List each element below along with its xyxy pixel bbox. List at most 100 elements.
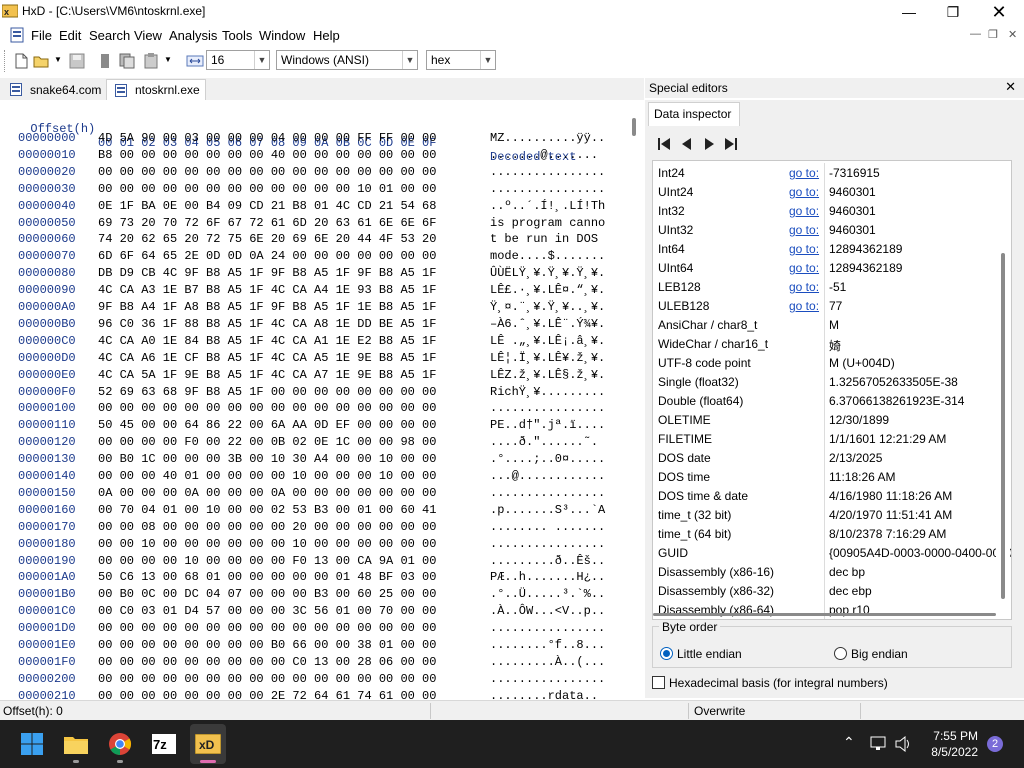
tab-snake64[interactable]: snake64.com (2, 79, 106, 100)
goto-link[interactable]: go to: (789, 242, 819, 256)
menu-search[interactable]: Search (89, 28, 130, 43)
hex-row[interactable]: 00000070 6D 6F 64 65 2E 0D 0D 0A 24 00 00… (18, 248, 605, 264)
row-decoded-text[interactable]: –À6.ˆ¸¥.LÊ¨.Ý¾¥. (490, 316, 605, 332)
menu-edit[interactable]: Edit (59, 28, 81, 43)
row-decoded-text[interactable]: LÊZ.ž¸¥.LÊ§.ž¸¥. (490, 367, 605, 383)
inspector-row[interactable]: time_t (64 bit) 8/10/2378 7:16:29 AM (653, 524, 997, 543)
hex-row[interactable]: 00000050 69 73 20 70 72 6F 67 72 61 6D 20… (18, 215, 605, 231)
inspector-value[interactable]: 1/1/1601 12:21:29 AM (829, 432, 946, 446)
row-bytes[interactable]: 00 00 00 00 00 00 00 00 00 C0 13 00 28 0… (98, 654, 436, 670)
inspector-row[interactable]: Int64 go to: 12894362189 (653, 239, 997, 258)
file-explorer-icon[interactable] (60, 728, 92, 760)
network-icon[interactable] (870, 736, 888, 752)
row-decoded-text[interactable]: ...@............ (490, 468, 605, 484)
hex-row[interactable]: 00000200 00 00 00 00 00 00 00 00 00 00 00… (18, 671, 605, 687)
last-icon[interactable] (722, 136, 740, 152)
row-decoded-text[interactable]: Ÿ¸¤.¨¸¥.Ÿ¸¥..¸¥. (490, 299, 605, 315)
7zip-icon[interactable]: 7z (148, 728, 180, 760)
cut-icon[interactable] (96, 52, 114, 70)
inspector-value[interactable]: 4/16/1980 11:18:26 AM (829, 489, 952, 503)
inspector-value[interactable]: 婍 (829, 337, 841, 354)
inspector-row[interactable]: UInt24 go to: 9460301 (653, 182, 997, 201)
goto-link[interactable]: go to: (789, 185, 819, 199)
hex-row[interactable]: 00000150 0A 00 00 00 0A 00 00 00 0A 00 00… (18, 485, 605, 501)
hex-row[interactable]: 00000180 00 00 10 00 00 00 00 00 00 10 00… (18, 536, 605, 552)
hex-row[interactable]: 000000D0 4C CA A6 1E CF B8 A5 1F 4C CA A5… (18, 350, 605, 366)
inspector-row[interactable]: DOS time 11:18:26 AM (653, 467, 997, 486)
hxd-taskbar-icon[interactable]: xD (192, 728, 224, 760)
hex-row[interactable]: 000000B0 96 C0 36 1F 88 B8 A5 1F 4C CA A8… (18, 316, 605, 332)
row-decoded-text[interactable]: t be run in DOS (490, 231, 605, 247)
hex-row[interactable]: 00000110 50 45 00 00 64 86 22 00 6A AA 0D… (18, 417, 605, 433)
inspector-row[interactable]: Int32 go to: 9460301 (653, 201, 997, 220)
row-decoded-text[interactable]: RichŸ¸¥......... (490, 384, 605, 400)
scroll-thumb[interactable] (653, 613, 996, 616)
goto-link[interactable]: go to: (789, 166, 819, 180)
row-bytes[interactable]: 4C CA A6 1E CF B8 A5 1F 4C CA A5 1E 9E B… (98, 350, 436, 366)
hex-row[interactable]: 000000E0 4C CA 5A 1F 9E B8 A5 1F 4C CA A7… (18, 367, 605, 383)
hex-row[interactable]: 000000A0 9F B8 A4 1F A8 B8 A5 1F 9F B8 A5… (18, 299, 605, 315)
row-bytes[interactable]: 6D 6F 64 65 2E 0D 0D 0A 24 00 00 00 00 0… (98, 248, 436, 264)
chrome-icon[interactable] (104, 728, 136, 760)
inspector-value[interactable]: 8/10/2378 7:16:29 AM (829, 527, 946, 541)
open-dropdown-icon[interactable]: ▼ (54, 55, 62, 64)
new-file-icon[interactable] (12, 52, 30, 70)
hex-vertical-scrollbar[interactable] (630, 100, 640, 698)
row-decoded-text[interactable]: ................ (490, 400, 605, 416)
windows-start-icon[interactable] (16, 728, 48, 760)
clock-date[interactable]: 8/5/2022 (924, 745, 978, 759)
menu-analysis[interactable]: Analysis (169, 28, 217, 43)
goto-link[interactable]: go to: (789, 299, 819, 313)
hex-row[interactable]: 00000080 DB D9 CB 4C 9F B8 A5 1F 9F B8 A5… (18, 265, 605, 281)
goto-link[interactable]: go to: (789, 280, 819, 294)
row-decoded-text[interactable]: .......@....... (490, 147, 598, 163)
hex-row[interactable]: 00000140 00 00 00 40 01 00 00 00 00 10 00… (18, 468, 605, 484)
row-decoded-text[interactable]: ................ (490, 536, 605, 552)
inspector-row[interactable]: UInt32 go to: 9460301 (653, 220, 997, 239)
inspector-row[interactable]: AnsiChar / char8_t M (653, 315, 997, 334)
row-decoded-text[interactable]: ................ (490, 164, 605, 180)
inspector-value[interactable]: 9460301 (829, 204, 876, 218)
hex-row[interactable]: 00000100 00 00 00 00 00 00 00 00 00 00 00… (18, 400, 605, 416)
row-bytes[interactable]: 00 00 00 00 00 00 00 00 00 00 00 00 00 0… (98, 620, 436, 636)
hex-row[interactable]: 00000190 00 00 00 00 10 00 00 00 00 F0 13… (18, 553, 605, 569)
hex-row[interactable]: 00000170 00 00 08 00 00 00 00 00 00 20 00… (18, 519, 605, 535)
menu-tools[interactable]: Tools (222, 28, 252, 43)
inspector-value[interactable]: dec ebp (829, 584, 872, 598)
row-decoded-text[interactable]: ........°f..8... (490, 637, 605, 653)
inspector-value[interactable]: 4/20/1970 11:51:41 AM (829, 508, 952, 522)
hex-basis-label[interactable]: Hexadecimal basis (for integral numbers) (669, 676, 888, 690)
row-bytes[interactable]: 00 B0 0C 00 DC 04 07 00 00 00 B3 00 60 2… (98, 586, 436, 602)
inspector-value[interactable]: dec bp (829, 565, 865, 579)
inspector-row[interactable]: Single (float32) 1.32567052633505E-38 (653, 372, 997, 391)
paste-dropdown-icon[interactable]: ▼ (164, 55, 172, 64)
inspector-row[interactable]: WideChar / char16_t 婍 (653, 334, 997, 353)
row-bytes[interactable]: 00 00 10 00 00 00 00 00 00 10 00 00 00 0… (98, 536, 436, 552)
row-bytes[interactable]: 96 C0 36 1F 88 B8 A5 1F 4C CA A8 1E DD B… (98, 316, 436, 332)
row-bytes[interactable]: 4C CA 5A 1F 9E B8 A5 1F 4C CA A7 1E 9E B… (98, 367, 436, 383)
inspector-value[interactable]: 11:18:26 AM (829, 470, 896, 484)
row-decoded-text[interactable]: ....ð."......˜. (490, 434, 598, 450)
row-bytes[interactable]: 50 45 00 00 64 86 22 00 6A AA 0D EF 00 0… (98, 417, 436, 433)
hex-row[interactable]: 00000000 4D 5A 90 00 03 00 00 00 04 00 00… (18, 130, 605, 146)
little-endian-radio[interactable] (660, 647, 673, 660)
row-decoded-text[interactable]: ................ (490, 671, 605, 687)
row-decoded-text[interactable]: ................ (490, 620, 605, 636)
save-icon[interactable] (68, 52, 86, 70)
row-bytes[interactable]: 00 70 04 01 00 10 00 00 02 53 B3 00 01 0… (98, 502, 436, 518)
inspector-row[interactable]: GUID {00905A4D-0003-0000-0400-0000 (653, 543, 1011, 562)
row-decoded-text[interactable]: LÊ .„¸¥.LÊ¡.â¸¥. (490, 333, 605, 349)
row-bytes[interactable]: 00 00 00 00 00 00 00 00 00 00 00 00 00 0… (98, 671, 436, 687)
row-decoded-text[interactable]: ................ (490, 485, 605, 501)
chevron-up-icon[interactable]: ⌃ (843, 734, 855, 751)
row-bytes[interactable]: 50 C6 13 00 68 01 00 00 00 00 00 01 48 B… (98, 569, 436, 585)
hex-row[interactable]: 000000C0 4C CA A0 1E 84 B8 A5 1F 4C CA A1… (18, 333, 605, 349)
row-decoded-text[interactable]: ..º..´.Í!¸.LÍ!Th (490, 198, 605, 214)
hex-row[interactable]: 000001F0 00 00 00 00 00 00 00 00 00 C0 13… (18, 654, 605, 670)
open-folder-icon[interactable] (32, 52, 50, 70)
next-icon[interactable] (700, 136, 718, 152)
inspector-value[interactable]: 77 (829, 299, 842, 313)
grid-vertical-scrollbar[interactable] (996, 161, 1010, 617)
row-bytes[interactable]: 00 00 00 40 01 00 00 00 00 10 00 00 00 1… (98, 468, 436, 484)
big-endian-label[interactable]: Big endian (851, 647, 908, 661)
